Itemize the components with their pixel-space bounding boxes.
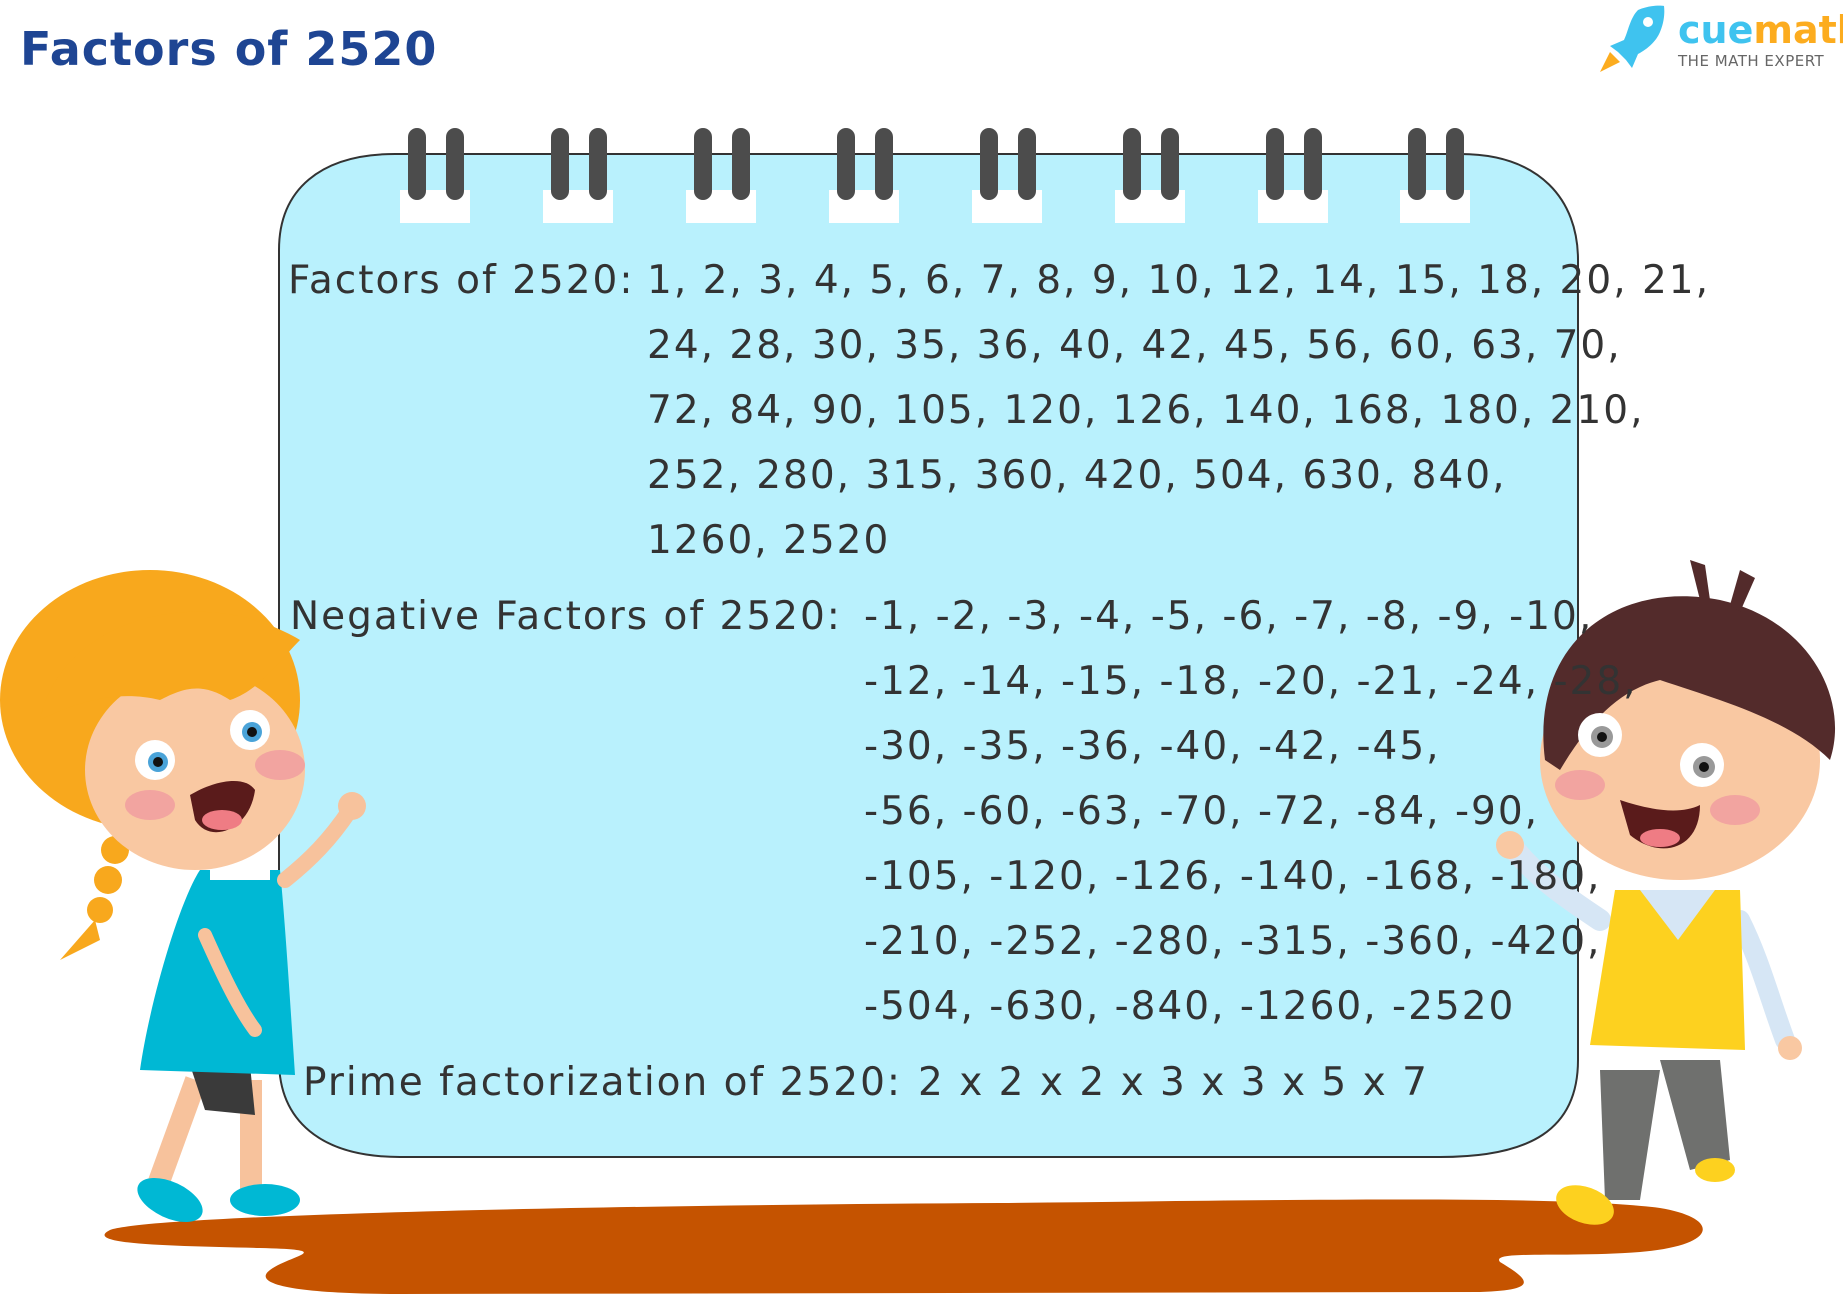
- factors-label: Factors of 2520:: [288, 258, 635, 303]
- factors-line: 24, 28, 30, 35, 36, 40, 42, 45, 56, 60, …: [647, 323, 1622, 368]
- factors-line: 1260, 2520: [647, 518, 891, 563]
- negative-factors-line: -12, -14, -15, -18, -20, -21, -24, -28,: [864, 659, 1638, 704]
- negative-factors-line: -210, -252, -280, -315, -360, -420,: [864, 919, 1602, 964]
- negative-factors-line: -1, -2, -3, -4, -5, -6, -7, -8, -9, -10,: [864, 594, 1594, 639]
- prime-factorization-value: 2 x 2 x 2 x 3 x 3 x 5 x 7: [918, 1060, 1429, 1105]
- prime-factorization-label: Prime factorization of 2520:: [303, 1060, 903, 1105]
- negative-factors-line: -56, -60, -63, -70, -72, -84, -90,: [864, 789, 1540, 834]
- factors-line: 72, 84, 90, 105, 120, 126, 140, 168, 180…: [647, 388, 1645, 433]
- negative-factors-line: -105, -120, -126, -140, -168, -180,: [864, 854, 1602, 899]
- negative-factors-line: -504, -630, -840, -1260, -2520: [864, 984, 1516, 1029]
- negative-factors-line: -30, -35, -36, -40, -42, -45,: [864, 724, 1441, 769]
- factors-line: 252, 280, 315, 360, 420, 504, 630, 840,: [647, 453, 1507, 498]
- negative-factors-label: Negative Factors of 2520:: [290, 594, 842, 639]
- factors-line: 1, 2, 3, 4, 5, 6, 7, 8, 9, 10, 12, 14, 1…: [647, 258, 1711, 303]
- puddle: [104, 1199, 1703, 1294]
